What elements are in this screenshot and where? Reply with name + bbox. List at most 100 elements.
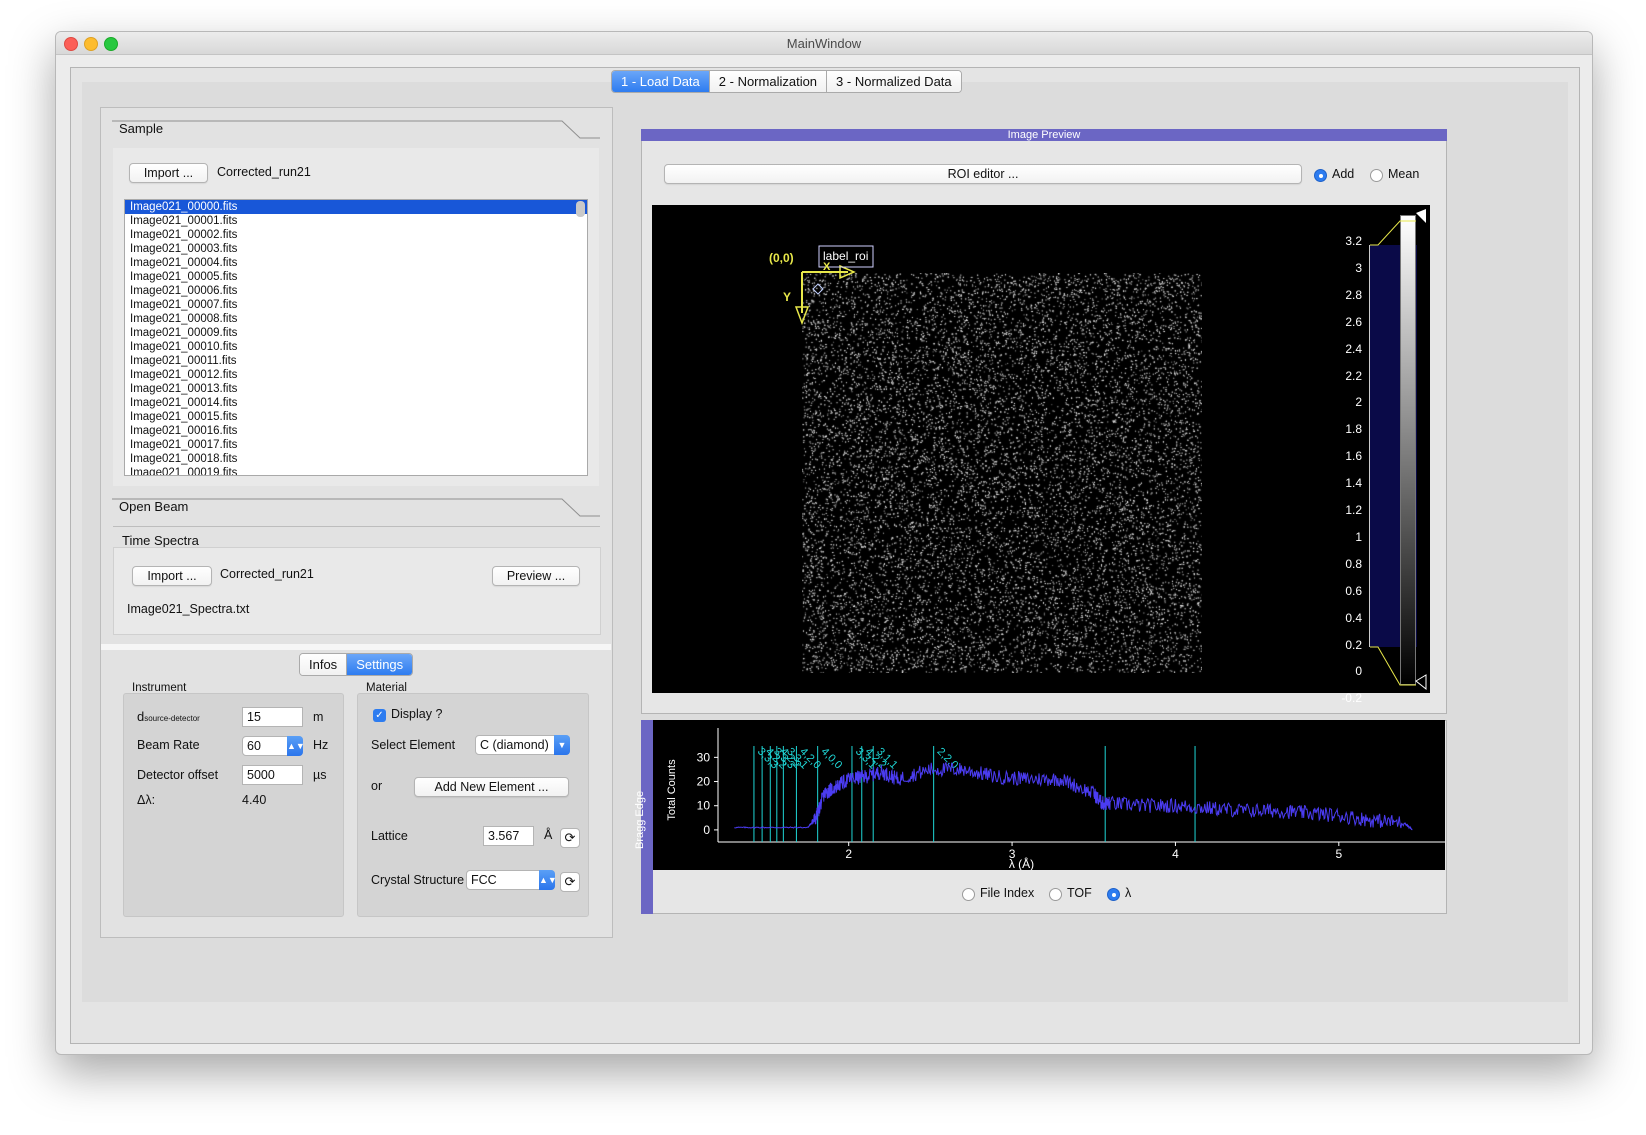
series-line xyxy=(734,761,1413,831)
sample-import-button[interactable]: Import ... xyxy=(129,163,208,183)
list-item[interactable]: Image021_00002.fits xyxy=(125,228,587,242)
time-spectra-preview-button[interactable]: Preview ... xyxy=(492,566,580,586)
origin-label: (0,0) xyxy=(769,251,794,265)
list-item[interactable]: Image021_00001.fits xyxy=(125,214,587,228)
list-item[interactable]: Image021_00016.fits xyxy=(125,424,587,438)
list-item[interactable]: Image021_00011.fits xyxy=(125,354,587,368)
roi-overlay xyxy=(794,245,874,326)
colorbar-tick-label: 1.6 xyxy=(1345,449,1362,464)
lattice-refresh-icon[interactable]: ⟳ xyxy=(560,828,580,848)
image-preview-header[interactable]: Image Preview xyxy=(641,129,1447,141)
colorbar-tick-label: 3.2 xyxy=(1345,234,1362,248)
tab-load-data[interactable]: 1 - Load Data xyxy=(612,71,709,92)
list-item[interactable]: Image021_00015.fits xyxy=(125,410,587,424)
x-axis-label: X xyxy=(823,261,831,273)
lattice-unit: Å xyxy=(544,828,553,842)
tof-radio[interactable] xyxy=(1049,888,1062,901)
list-item[interactable]: Image021_00010.fits xyxy=(125,340,587,354)
colorbar-tick-label: 1.4 xyxy=(1345,476,1362,491)
list-item[interactable]: Image021_00005.fits xyxy=(125,270,587,284)
list-item[interactable]: Image021_00009.fits xyxy=(125,326,587,340)
tab-normalized-data[interactable]: 3 - Normalized Data xyxy=(826,71,961,92)
delta-lambda-label: Δλ: xyxy=(137,793,156,807)
list-item[interactable]: Image021_00013.fits xyxy=(125,382,587,396)
sample-list-scrollbar[interactable] xyxy=(576,201,585,217)
colorbar-tick-label: 2 xyxy=(1355,395,1362,410)
chevron-down-icon[interactable]: ▼ xyxy=(554,735,570,755)
list-item[interactable]: Image021_00012.fits xyxy=(125,368,587,382)
colorbar-tick-label: 1.8 xyxy=(1345,422,1362,437)
roi-editor-button[interactable]: ROI editor ... xyxy=(664,164,1302,184)
colorbar-tick-label: 3 xyxy=(1355,260,1362,275)
colorbar-tick-label: 0.4 xyxy=(1345,610,1362,625)
detector-offset-label: Detector offset xyxy=(137,768,219,782)
lattice-label: Lattice xyxy=(371,829,408,843)
time-spectra-header: Time Spectra xyxy=(122,533,199,548)
crystal-structure-select[interactable]: FCC ▲▼ xyxy=(466,870,557,890)
instrument-group xyxy=(123,693,344,917)
colorbar-tick-label: 2.2 xyxy=(1345,368,1362,383)
display-checkbox[interactable]: ✓ xyxy=(373,709,386,722)
y-tick-label: 20 xyxy=(697,775,711,789)
element-select[interactable]: C (diamond) ▼ xyxy=(475,735,570,755)
time-spectra-import-button[interactable]: Import ... xyxy=(132,566,212,586)
lambda-radio-label: λ xyxy=(1125,886,1132,900)
main-window: MainWindow 1 - Load Data 2 - Normalizati… xyxy=(55,31,1593,1055)
list-item[interactable]: Image021_00000.fits xyxy=(125,200,587,214)
tof-radio-label: TOF xyxy=(1067,886,1092,900)
colorbar-tick-label: -0.2 xyxy=(1341,691,1362,706)
crystal-structure-label: Crystal Structure xyxy=(371,873,465,887)
spin-arrows-icon[interactable]: ▲▼ xyxy=(539,870,557,890)
spin-arrows-icon[interactable]: ▲▼ xyxy=(287,736,305,756)
list-item[interactable]: Image021_00003.fits xyxy=(125,242,587,256)
level-handles[interactable] xyxy=(1368,209,1430,693)
list-item[interactable]: Image021_00019.fits xyxy=(125,466,587,475)
list-item[interactable]: Image021_00018.fits xyxy=(125,452,587,466)
beam-rate-value: 60 xyxy=(247,739,261,753)
tab-normalization[interactable]: 2 - Normalization xyxy=(708,71,827,92)
divider xyxy=(113,526,600,527)
colorbar-tick-label: 0 xyxy=(1355,664,1362,679)
list-item[interactable]: Image021_00004.fits xyxy=(125,256,587,270)
bragg-edge-dock-label: Bragg Edge xyxy=(634,790,646,849)
list-item[interactable]: Image021_00007.fits xyxy=(125,298,587,312)
histogram-lut[interactable]: 3.2 3 2.8 2.6 2.4 2.2 2 1.8 1.6 1.4 1.2 1 0.8 0.6 0.4 0… xyxy=(1320,209,1430,705)
list-item[interactable]: Image021_00014.fits xyxy=(125,396,587,410)
element-select-value: C (diamond) xyxy=(480,738,549,752)
colorbar-tick-label: 0.8 xyxy=(1345,556,1362,571)
list-item[interactable]: Image021_00006.fits xyxy=(125,284,587,298)
mean-radio[interactable] xyxy=(1370,169,1383,182)
delta-lambda-value: 4.40 xyxy=(242,793,267,807)
colorbar-tick-label: 0.6 xyxy=(1345,583,1362,598)
colorbar-tick-label: 2.4 xyxy=(1345,341,1362,356)
list-item[interactable]: Image021_00017.fits xyxy=(125,438,587,452)
tab-settings[interactable]: Settings xyxy=(346,654,413,675)
crystal-refresh-icon[interactable]: ⟳ xyxy=(560,872,580,892)
lattice-input[interactable]: 3.567 xyxy=(483,826,534,846)
y-tick-label: 10 xyxy=(697,799,711,813)
lambda-radio[interactable] xyxy=(1107,888,1120,901)
x-tick-label: 2 xyxy=(845,847,852,861)
list-item[interactable]: Image021_00008.fits xyxy=(125,312,587,326)
tab-infos[interactable]: Infos xyxy=(300,654,347,675)
sample-file-list[interactable]: Image021_00000.fits Image021_00001.fits Im… xyxy=(124,199,588,476)
distance-input[interactable]: 15 xyxy=(242,707,303,727)
distance-unit: m xyxy=(313,710,324,724)
beam-rate-label: Beam Rate xyxy=(137,738,200,752)
bragg-chart: 30201002 3 4 5λ (Å)Total Counts3,3,34,2,23,… xyxy=(666,728,1445,870)
colorbar-tick-label: 0.2 xyxy=(1345,637,1362,652)
detector-offset-input[interactable]: 5000 xyxy=(242,765,303,785)
beam-rate-spinbox[interactable]: 60 ▲▼ xyxy=(242,736,305,756)
bragg-edge-plot[interactable]: 30 20 10 0 2 3 4 5 λ (Å) Total Counts 3,3,3 4,2,2 3,… xyxy=(653,720,1445,870)
vertical-splitter-handle[interactable] xyxy=(101,644,611,650)
y-axis-label: Y xyxy=(783,290,792,304)
x-tick-label: 5 xyxy=(1335,847,1342,861)
add-new-element-button[interactable]: Add New Element ... xyxy=(414,777,569,797)
image-view[interactable]: (0,0) label_roi X Y xyxy=(652,205,1430,693)
file-index-radio[interactable] xyxy=(962,888,975,901)
add-radio[interactable] xyxy=(1314,169,1327,182)
beam-rate-unit: Hz xyxy=(313,738,329,752)
mean-radio-label: Mean xyxy=(1388,167,1420,181)
colorbar-tick-label: 1 xyxy=(1355,529,1362,544)
x-tick-label: 4 xyxy=(1172,847,1179,861)
